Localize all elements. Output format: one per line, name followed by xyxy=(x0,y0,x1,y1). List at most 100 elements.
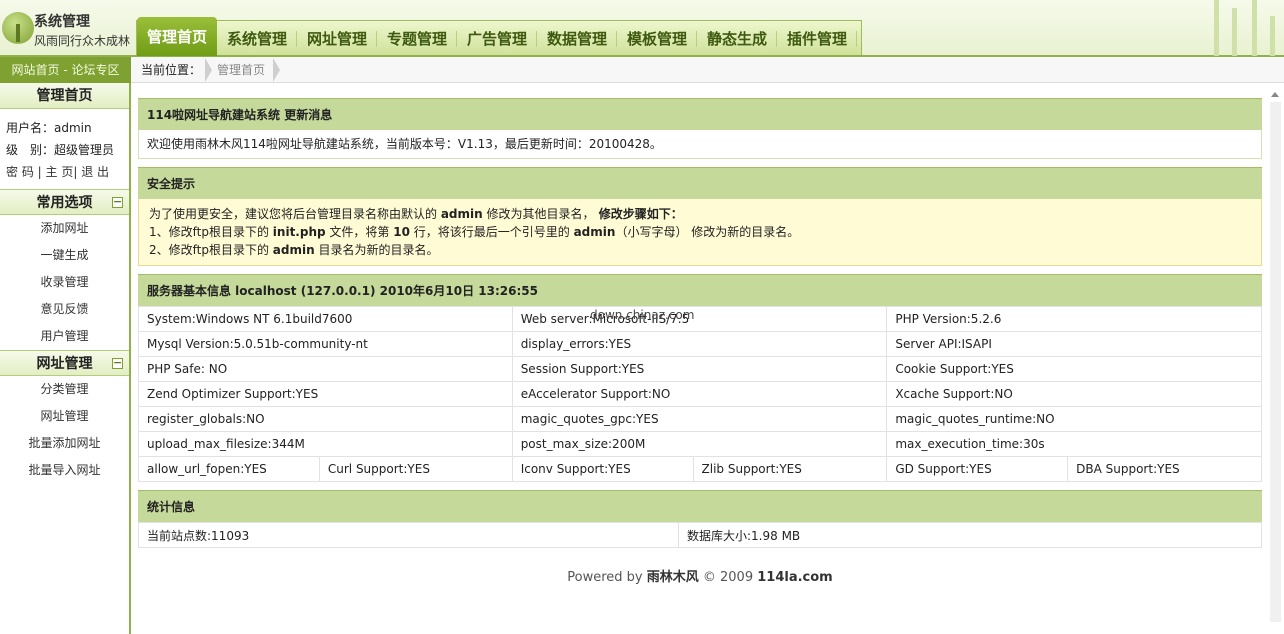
location-label: 当前位置： xyxy=(141,63,202,77)
update-panel: 114啦网址导航建站系统 更新消息 欢迎使用雨林木风114啦网址导航建站系统，当… xyxy=(138,98,1262,159)
scroll-up-icon[interactable] xyxy=(1271,92,1279,97)
table-cell: Xcache Support:NO xyxy=(886,381,1262,407)
table-cell: Curl Support:YES xyxy=(318,456,513,482)
tab-ads[interactable]: 广告管理 xyxy=(457,21,537,56)
link-separator: - xyxy=(59,63,72,77)
sidebar-item-categories[interactable]: 分类管理 xyxy=(0,376,129,403)
security-panel: 安全提示 为了使用更安全，建议您将后台管理目录名称由默认的 admin 修改为其… xyxy=(138,167,1262,266)
group-common-title: 常用选项 xyxy=(36,195,93,211)
footer-site-link[interactable]: 114la.com xyxy=(757,570,833,585)
site-links: 网站首页 - 论坛专区 xyxy=(0,57,131,83)
table-cell: magic_quotes_gpc:YES xyxy=(511,406,888,432)
tab-url[interactable]: 网址管理 xyxy=(297,21,377,56)
table-cell: Mysql Version:5.0.51b-community-nt xyxy=(138,331,513,357)
scrollbar-track[interactable] xyxy=(1270,102,1281,622)
logo-title: 系统管理 xyxy=(34,14,90,30)
table-cell: Server API:ISAPI xyxy=(886,331,1262,357)
sidebar-item-submissions[interactable]: 收录管理 xyxy=(0,269,129,296)
logo: 系统管理 风雨同行众木成林 xyxy=(2,8,132,50)
server-panel: 服务器基本信息 localhost (127.0.0.1) 2010年6月10日… xyxy=(138,274,1262,482)
table-cell: post_max_size:200M xyxy=(511,431,888,457)
table-row: Mysql Version:5.0.51b-community-nt displ… xyxy=(138,331,1262,357)
sidebar-item-one-click-generate[interactable]: 一键生成 xyxy=(0,242,129,269)
password-link[interactable]: 密 码 xyxy=(6,165,34,179)
forum-link[interactable]: 论坛专区 xyxy=(71,63,119,77)
collapse-icon[interactable]: − xyxy=(112,357,123,369)
vertical-scrollbar[interactable] xyxy=(1267,90,1284,634)
logo-slogan: 风雨同行众木成林 xyxy=(34,34,131,48)
group-url-title: 网址管理 xyxy=(36,356,93,372)
table-cell: max_execution_time:30s xyxy=(886,431,1262,457)
table-row: allow_url_fopen:YES Curl Support:YES Ico… xyxy=(138,456,1262,482)
site-home-link[interactable]: 网站首页 xyxy=(12,63,60,77)
user-info: 用户名：admin 级 别：超级管理员 密 码 | 主 页| 退 出 xyxy=(6,121,115,179)
breadcrumb-item[interactable]: 管理首页 xyxy=(204,57,281,83)
bamboo-decoration xyxy=(1194,0,1284,56)
db-size: 数据库大小:1.98 MB xyxy=(678,522,1262,548)
collapse-icon[interactable]: − xyxy=(112,196,123,208)
table-row: Zend Optimizer Support:YES eAccelerator … xyxy=(138,381,1262,407)
table-cell: PHP Version:5.2.6 xyxy=(886,306,1262,332)
sidebar-item-feedback[interactable]: 意见反馈 xyxy=(0,296,129,323)
tab-template[interactable]: 模板管理 xyxy=(617,21,697,56)
table-row: PHP Safe: NO Session Support:YES Cookie … xyxy=(138,356,1262,382)
main-nav: 管理首页 系统管理 网址管理 专题管理 广告管理 数据管理 模板管理 静态生成 … xyxy=(136,17,862,56)
header: 系统管理 风雨同行众木成林 管理首页 系统管理 网址管理 专题管理 广告管理 数… xyxy=(0,0,1284,57)
powered-by: Powered by xyxy=(567,570,647,585)
server-info-table: System:Windows NT 6.1build7600 Web serve… xyxy=(138,306,1262,482)
table-cell: Cookie Support:YES xyxy=(886,356,1262,382)
table-cell: upload_max_filesize:344M xyxy=(138,431,513,457)
tab-static[interactable]: 静态生成 xyxy=(697,21,777,56)
group-url-header[interactable]: 网址管理 − xyxy=(0,350,129,376)
sidebar-home-title: 管理首页 xyxy=(0,83,129,109)
table-cell: register_globals:NO xyxy=(138,406,513,432)
group-common-header[interactable]: 常用选项 − xyxy=(0,189,129,215)
username: admin xyxy=(54,121,92,135)
table-cell: DBA Support:YES xyxy=(1067,456,1262,482)
sidebar-item-batch-import[interactable]: 批量导入网址 xyxy=(0,457,129,484)
table-cell: PHP Safe: NO xyxy=(138,356,513,382)
table-cell: Iconv Support:YES xyxy=(511,456,694,482)
table-row: register_globals:NO magic_quotes_gpc:YES… xyxy=(138,406,1262,432)
table-cell: Session Support:YES xyxy=(511,356,888,382)
table-cell: Zlib Support:YES xyxy=(692,456,888,482)
tree-logo-icon xyxy=(2,12,34,44)
table-row: System:Windows NT 6.1build7600 Web serve… xyxy=(138,306,1262,332)
site-count: 当前站点数:11093 xyxy=(138,522,679,548)
sidebar-item-batch-add[interactable]: 批量添加网址 xyxy=(0,430,129,457)
footer-brand[interactable]: 雨林木风 xyxy=(647,570,699,585)
stats-table: 当前站点数:11093 数据库大小:1.98 MB xyxy=(138,522,1262,548)
table-cell: Web server:Microsoft-IIS/7.5 xyxy=(511,306,888,332)
home-link[interactable]: 主 页 xyxy=(46,165,74,179)
sidebar-item-add-url[interactable]: 添加网址 xyxy=(0,215,129,242)
table-cell: allow_url_fopen:YES xyxy=(138,456,320,482)
tab-plugin[interactable]: 插件管理 xyxy=(777,21,857,56)
stats-title: 统计信息 xyxy=(138,490,1262,522)
main-content: 114啦网址导航建站系统 更新消息 欢迎使用雨林木风114啦网址导航建站系统，当… xyxy=(138,98,1262,556)
table-cell: magic_quotes_runtime:NO xyxy=(886,406,1262,432)
table-cell: GD Support:YES xyxy=(886,456,1069,482)
footer: Powered by 雨林木风 © 2009 114la.com xyxy=(138,566,1262,585)
update-text: 欢迎使用雨林木风114啦网址导航建站系统，当前版本号：V1.13，最后更新时间：… xyxy=(138,130,1262,159)
sidebar: 管理首页 用户名：admin 级 别：超级管理员 密 码 | 主 页| 退 出 … xyxy=(0,83,131,634)
table-cell: Zend Optimizer Support:YES xyxy=(138,381,513,407)
security-notice: 为了使用更安全，建议您将后台管理目录名称由默认的 admin 修改为其他目录名，… xyxy=(138,199,1262,266)
table-row: 当前站点数:11093 数据库大小:1.98 MB xyxy=(138,522,1262,548)
update-title: 114啦网址导航建站系统 更新消息 xyxy=(138,98,1262,130)
user-level: 超级管理员 xyxy=(54,143,115,157)
tab-data[interactable]: 数据管理 xyxy=(537,21,617,56)
sidebar-item-users[interactable]: 用户管理 xyxy=(0,323,129,350)
tab-admin-home[interactable]: 管理首页 xyxy=(137,17,217,56)
breadcrumb: 当前位置： 管理首页 xyxy=(131,57,1284,83)
tab-system[interactable]: 系统管理 xyxy=(217,21,297,56)
watermark-text: down.chinaz.com xyxy=(590,308,695,322)
logout-link[interactable]: 退 出 xyxy=(81,165,109,179)
tab-topic[interactable]: 专题管理 xyxy=(377,21,457,56)
table-cell: System:Windows NT 6.1build7600 xyxy=(138,306,513,332)
table-cell: eAccelerator Support:NO xyxy=(511,381,888,407)
username-label: 用户名： xyxy=(6,121,55,135)
sidebar-item-url-manage[interactable]: 网址管理 xyxy=(0,403,129,430)
level-label: 级 别： xyxy=(6,143,55,157)
server-title: 服务器基本信息 localhost (127.0.0.1) 2010年6月10日… xyxy=(138,274,1262,306)
table-cell: display_errors:YES xyxy=(511,331,888,357)
